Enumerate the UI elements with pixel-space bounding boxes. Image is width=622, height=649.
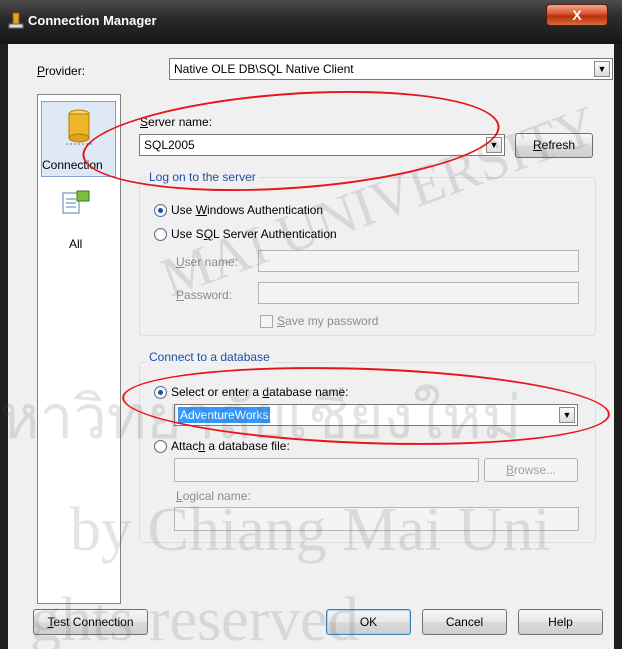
provider-label: Provider:	[37, 64, 86, 78]
help-button-label: Help	[548, 615, 573, 629]
server-name-value: SQL2005	[144, 138, 195, 152]
connection-manager-window: Connection Manager X Provider: Native OL…	[0, 0, 622, 649]
window-frame-right	[614, 44, 622, 649]
chevron-down-icon[interactable]: ▼	[559, 407, 575, 423]
ok-button-label: OK	[359, 615, 378, 629]
logical-name-label: Logical name:	[176, 489, 251, 503]
user-name-input[interactable]	[258, 250, 579, 272]
window-frame-left	[0, 44, 8, 649]
ok-button[interactable]: OK	[326, 609, 411, 635]
nav-item-all[interactable]: All	[41, 185, 116, 255]
server-name-label: Server name:	[140, 115, 213, 129]
properties-icon	[62, 190, 90, 214]
dialog-body: Provider: Native OLE DB\SQL Native Clien…	[8, 44, 614, 649]
database-name-combobox[interactable]: AdventureWorks ▼	[174, 404, 578, 426]
app-icon	[8, 12, 24, 29]
provider-select[interactable]: Native OLE DB\SQL Native Client ▼	[169, 58, 613, 80]
database-name-value: AdventureWorks	[178, 407, 271, 423]
refresh-button[interactable]: Refresh	[515, 133, 593, 158]
close-icon: X	[572, 7, 582, 23]
provider-value: Native OLE DB\SQL Native Client	[174, 62, 354, 76]
chevron-down-icon[interactable]: ▼	[594, 61, 610, 77]
sql-auth-label: Use SQL Server Authentication	[171, 227, 337, 241]
cancel-button-label: Cancel	[445, 615, 484, 629]
browse-button[interactable]: Browse...	[484, 458, 578, 482]
save-password-label: Save my password	[277, 314, 379, 328]
attach-database-radio[interactable]	[154, 440, 167, 453]
title-bar[interactable]: Connection Manager X	[0, 0, 622, 44]
chevron-down-icon[interactable]: ▼	[486, 137, 502, 153]
nav-item-connection-label: Connection	[42, 158, 103, 172]
windows-auth-label: Use Windows Authentication	[171, 203, 324, 217]
sql-auth-radio[interactable]	[154, 228, 167, 241]
cancel-button[interactable]: Cancel	[422, 609, 507, 635]
nav-item-all-label: All	[69, 237, 83, 251]
nav-pane: Connection All	[37, 94, 121, 604]
user-name-label: User name:	[176, 255, 239, 269]
close-button[interactable]: X	[546, 4, 608, 26]
windows-auth-radio[interactable]	[154, 204, 167, 217]
save-password-checkbox[interactable]	[260, 315, 273, 328]
help-button[interactable]: Help	[518, 609, 603, 635]
server-name-combobox[interactable]: SQL2005 ▼	[139, 134, 505, 156]
nav-item-connection[interactable]: Connection	[41, 101, 116, 177]
database-cylinder-icon	[66, 109, 92, 145]
logon-group-title: Log on to the server	[146, 170, 259, 184]
attach-database-label: Attach a database file:	[171, 439, 290, 453]
attach-file-input[interactable]	[174, 458, 479, 482]
password-label: Password:	[176, 288, 233, 302]
select-database-label: Select or enter a database name:	[171, 385, 349, 399]
password-input[interactable]	[258, 282, 579, 304]
database-group-title: Connect to a database	[146, 350, 273, 364]
logical-name-input[interactable]	[174, 507, 579, 531]
select-database-radio[interactable]	[154, 386, 167, 399]
window-title: Connection Manager	[28, 13, 157, 28]
test-connection-button[interactable]: Test Connection	[33, 609, 148, 635]
